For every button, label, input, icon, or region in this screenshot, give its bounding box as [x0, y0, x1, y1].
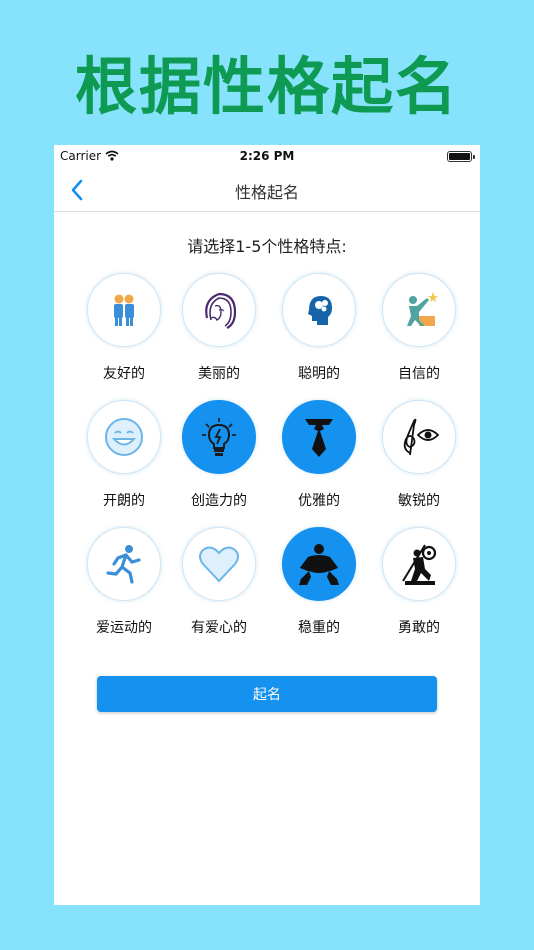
trait-circle: [282, 400, 356, 474]
trait-steady[interactable]: 稳重的: [269, 527, 369, 637]
status-time: 2:26 PM: [239, 149, 295, 163]
navigation-bar: 性格起名: [54, 167, 480, 212]
smiley-face-icon: [105, 418, 143, 456]
trait-elegant[interactable]: 优雅的: [269, 400, 369, 510]
trait-brave[interactable]: 勇敢的: [369, 527, 469, 637]
sumo-icon: [299, 544, 339, 585]
confident-person-icon: [407, 292, 438, 326]
brain-head-icon: [308, 296, 332, 325]
eye-clef-icon: [403, 418, 440, 456]
woman-face-icon: [205, 292, 237, 329]
trait-circle: [87, 273, 161, 347]
trait-circle: [282, 527, 356, 601]
trait-circle: [87, 527, 161, 601]
trait-beautiful[interactable]: 美丽的: [169, 273, 269, 383]
nav-title: 性格起名: [234, 183, 299, 202]
trait-circle: [282, 273, 356, 347]
trait-label: 自信的: [398, 366, 440, 382]
trait-circle: [87, 400, 161, 474]
promo-title: 根据性格起名: [74, 50, 459, 123]
trait-sporty[interactable]: 爱运动的: [74, 527, 174, 637]
selection-prompt: 请选择1-5个性格特点:: [187, 237, 347, 256]
trait-creative[interactable]: 创造力的: [169, 400, 269, 510]
heart-icon: [199, 546, 239, 583]
trait-label: 稳重的: [298, 620, 340, 636]
trait-label: 聪明的: [298, 366, 340, 382]
necktie-icon: [305, 419, 333, 457]
trait-label: 美丽的: [198, 366, 240, 382]
runner-icon: [106, 545, 141, 584]
light-bulb-icon: [202, 418, 236, 456]
trait-circle: [382, 527, 456, 601]
status-bar: Carrier 2:26 PM: [54, 145, 480, 167]
trait-label: 爱运动的: [96, 620, 152, 636]
trait-label: 敏锐的: [398, 493, 440, 509]
trait-label: 有爱心的: [191, 620, 247, 636]
trait-circle: [182, 273, 256, 347]
trait-circle: [382, 400, 456, 474]
battery-icon: [447, 151, 475, 162]
generate-name-button[interactable]: 起名: [97, 676, 437, 712]
trait-label: 创造力的: [191, 493, 247, 509]
trait-label: 优雅的: [298, 493, 340, 509]
trait-cheerful[interactable]: 开朗的: [74, 400, 174, 510]
trait-label: 开朗的: [103, 493, 145, 509]
phone-screen: Carrier 2:26 PM 性格起名 请选择1-5个性格特点: 友好的 美丽…: [54, 145, 480, 905]
warrior-icon: [402, 544, 437, 585]
trait-confident[interactable]: 自信的: [369, 273, 469, 383]
trait-caring[interactable]: 有爱心的: [169, 527, 269, 637]
trait-circle: [182, 400, 256, 474]
trait-circle: [182, 527, 256, 601]
trait-smart[interactable]: 聪明的: [269, 273, 369, 383]
trait-sharp[interactable]: 敏锐的: [369, 400, 469, 510]
trait-label: 友好的: [103, 366, 145, 382]
friends-icon: [114, 294, 134, 326]
trait-friendly[interactable]: 友好的: [74, 273, 174, 383]
trait-label: 勇敢的: [398, 620, 440, 636]
trait-circle: [382, 273, 456, 347]
